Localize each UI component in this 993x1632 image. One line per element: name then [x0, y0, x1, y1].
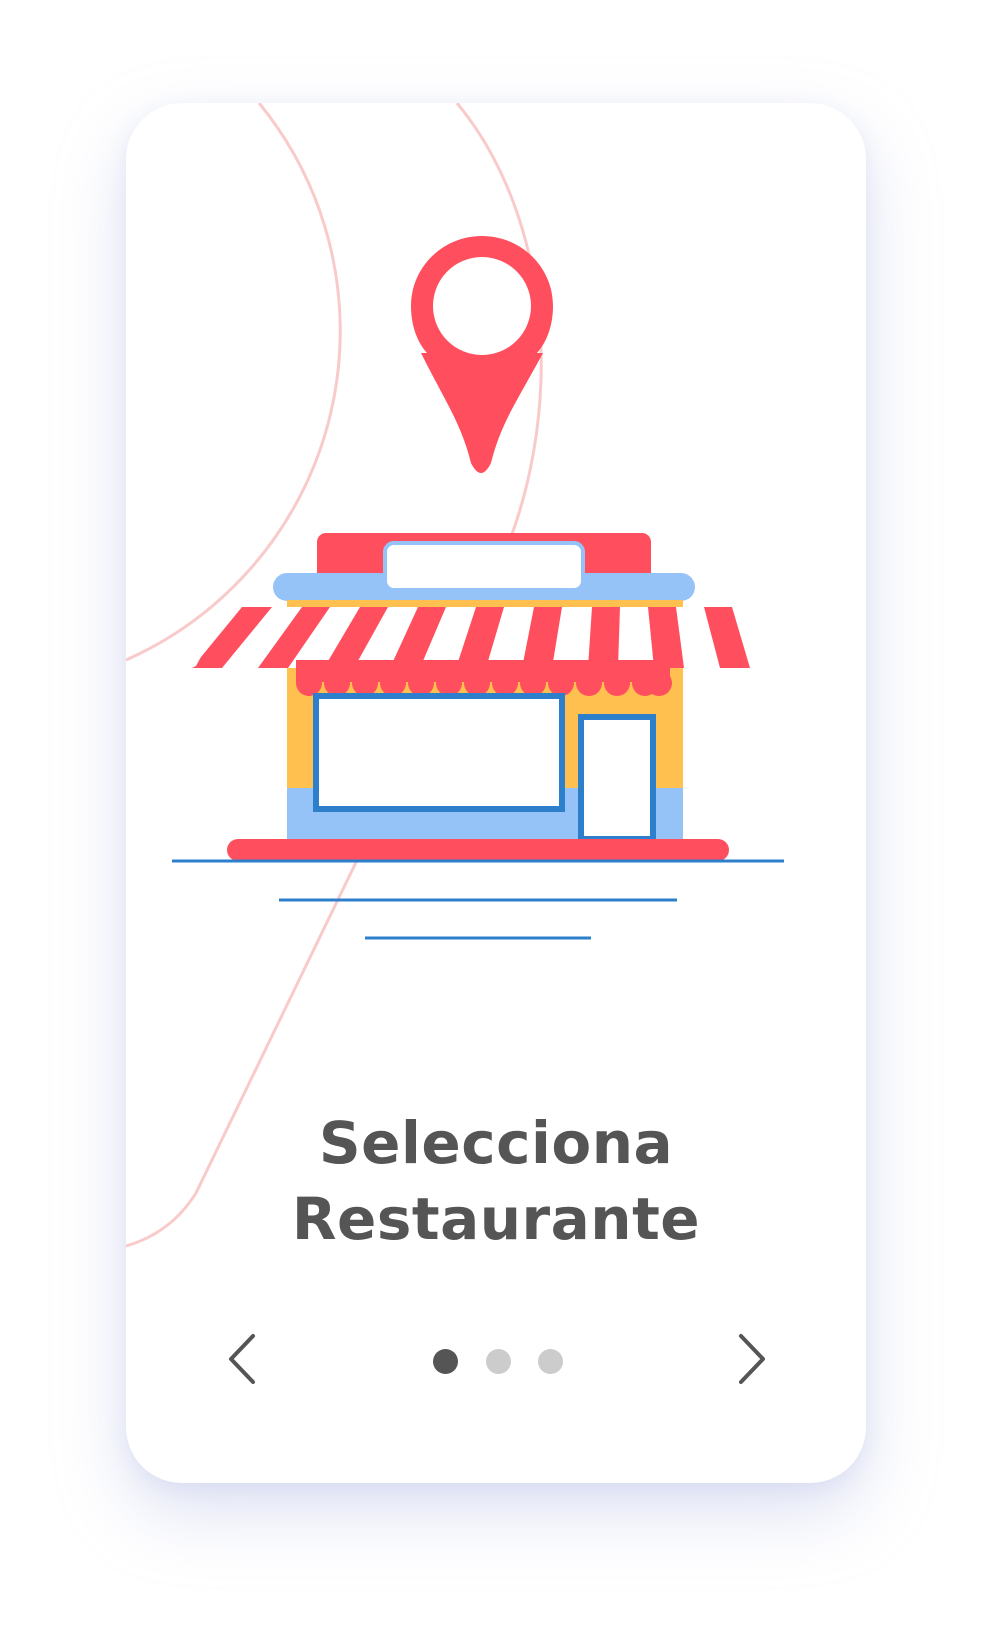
- title-line-1: Selecciona: [318, 1109, 674, 1177]
- title-line-2: Restaurante: [291, 1185, 701, 1253]
- page-indicator: [433, 1348, 563, 1374]
- page-title: Selecciona Restaurante: [126, 1105, 866, 1257]
- screen: Selecciona Restaurante: [0, 0, 993, 1632]
- location-pin-icon: [411, 236, 553, 473]
- ground-lines-decoration: [172, 859, 784, 940]
- page-dot-3[interactable]: [538, 1348, 563, 1374]
- page-dot-1[interactable]: [433, 1348, 458, 1374]
- chevron-left-icon: [229, 1334, 255, 1384]
- chevron-right-icon: [739, 1334, 765, 1384]
- page-dot-2[interactable]: [485, 1348, 511, 1374]
- next-button[interactable]: [722, 1329, 782, 1389]
- onboarding-card: Selecciona Restaurante: [126, 103, 866, 1483]
- store-illustration: [172, 236, 784, 940]
- storefront-icon: [192, 533, 776, 861]
- previous-button[interactable]: [212, 1329, 272, 1389]
